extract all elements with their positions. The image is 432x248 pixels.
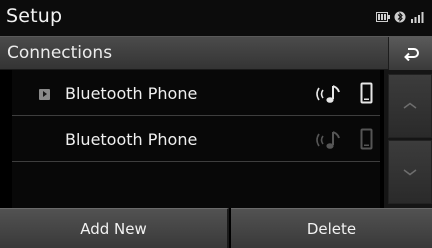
page-title: Setup <box>6 5 63 27</box>
phone-icon <box>360 82 373 104</box>
delete-button[interactable]: Delete <box>231 208 432 248</box>
audio-streaming-icon <box>316 131 340 149</box>
back-button[interactable] <box>388 37 432 70</box>
back-arrow-icon <box>403 47 419 61</box>
selected-indicator-icon <box>39 89 50 100</box>
device-profile-icons <box>310 82 380 106</box>
signal-icon <box>411 12 424 23</box>
battery-icon <box>376 12 390 22</box>
section-title: Connections <box>7 43 113 63</box>
scroll-controls <box>384 70 432 208</box>
device-name: Bluetooth Phone <box>65 130 198 149</box>
title-bar: Setup <box>0 0 432 36</box>
add-new-button[interactable]: Add New <box>0 208 229 248</box>
status-icons <box>376 9 426 25</box>
device-name: Bluetooth Phone <box>65 84 198 103</box>
device-row[interactable]: Bluetooth Phone <box>12 116 380 162</box>
device-list: Bluetooth Phone Bluetooth Phone <box>12 70 380 208</box>
chevron-up-icon <box>403 102 417 109</box>
footer-bar: Add New Delete <box>0 208 432 248</box>
chevron-down-icon <box>403 169 417 176</box>
section-header: Connections <box>0 36 432 70</box>
device-profile-icons <box>310 128 380 152</box>
scroll-down-button[interactable] <box>388 140 432 204</box>
phone-icon <box>360 128 373 150</box>
audio-streaming-icon <box>316 85 340 103</box>
scroll-up-button[interactable] <box>388 74 432 138</box>
empty-row <box>12 162 380 208</box>
bluetooth-icon <box>394 11 406 23</box>
device-row[interactable]: Bluetooth Phone <box>12 70 380 116</box>
